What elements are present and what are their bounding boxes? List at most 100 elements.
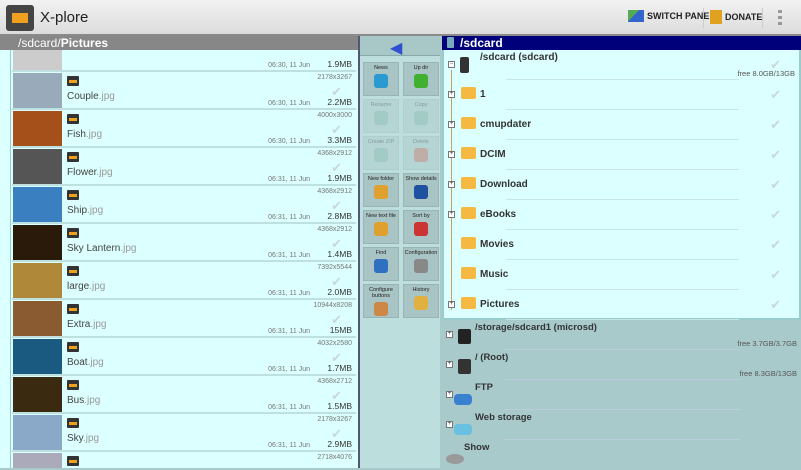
location-row[interactable]: + Web storage [442,410,801,440]
folder-row[interactable]: + Pictures ✔ [444,290,799,320]
location-name: Show [464,442,490,453]
checkmark-icon[interactable]: ✔ [770,117,781,133]
location-row[interactable]: + / (Root) free 8.3GB/13GB [442,350,801,380]
file-size: 1.9MB [327,59,352,69]
toolbar-button-history[interactable]: History [403,284,439,318]
expand-icon[interactable]: + [448,91,455,98]
folder-row[interactable]: + cmupdater ✔ [444,110,799,140]
location-row[interactable]: Show [442,440,801,470]
file-row[interactable]: Sky Lantern.jpg 4368x2912 ✔ 06:31, 11 Jun 1.… [12,224,356,262]
file-row[interactable]: Ship.jpg 4368x2912 ✔ 06:31, 11 Jun 2.8MB [12,186,356,224]
location-row[interactable]: + FTP [442,380,801,410]
expand-icon[interactable]: + [448,211,455,218]
toolbar-button-label: New folder [367,176,395,182]
folder-name: Download [480,179,528,190]
toolbar-button-create-zip[interactable]: Create ZIP [363,136,399,170]
file-date: 06:31, 11 Jun [268,176,310,183]
image-file-icon [67,380,79,390]
toolbar-button-rename[interactable]: Rename [363,99,399,133]
toolbar-button-delete[interactable]: Delete [403,136,439,170]
thumbnail [13,73,62,108]
back-button[interactable]: ◀ [360,36,440,57]
switch-pane-button[interactable]: SWITCH PANE [628,10,709,22]
thumbnail [13,301,62,336]
file-row[interactable]: Couple.jpg 2178x3267 ✔ 06:30, 11 Jun 2.2MB [12,72,356,110]
beer-icon [710,10,722,24]
thumbnail [13,263,62,298]
file-row[interactable]: Flower.jpg 4368x2912 ✔ 06:31, 11 Jun 1.9MB [12,148,356,186]
checkmark-icon[interactable]: ✔ [770,177,781,193]
expand-icon[interactable]: + [448,181,455,188]
toolbar-button-copy[interactable]: Copy [403,99,439,133]
collapse-icon[interactable]: − [448,61,455,68]
thumbnail [13,339,62,374]
location-row[interactable]: + /storage/sdcard1 (microsd) free 3.7GB/3.… [442,320,801,350]
expand-icon[interactable]: + [448,301,455,308]
app-logo-icon[interactable] [6,5,34,31]
image-file-icon [67,418,79,428]
toolbar-button-up-dir[interactable]: Up dir [403,62,439,96]
checkmark-icon[interactable]: ✔ [770,207,781,223]
sdcard-tree[interactable]: −/sdcard (sdcard) free 8.0GB/13GB ✔ +1 ✔ + cmu… [442,50,801,320]
thumbnail [13,377,62,412]
toolbar-button-configuration[interactable]: Configuration [403,247,439,281]
toolbar-button-news[interactable]: News [363,62,399,96]
locations-list[interactable]: + /storage/sdcard1 (microsd) free 3.7GB/3.… [442,320,801,468]
toolbar-button-show-details[interactable]: Show details [403,173,439,207]
buttons-icon [374,302,388,316]
file-row[interactable]: Sky.jpg 2178x3267 ✔ 06:31, 11 Jun 2.9MB [12,414,356,452]
checkmark-icon[interactable]: ✔ [770,147,781,163]
file-row[interactable]: Stone.jpg2718x4076✔ [12,452,356,468]
toolbar-button-find[interactable]: Find [363,247,399,281]
checkmark-icon[interactable]: ✔ [770,87,781,103]
file-row[interactable]: Bus.jpg 4368x2712 ✔ 06:31, 11 Jun 1.5MB [12,376,356,414]
expand-icon[interactable]: + [446,391,453,398]
toolbar-button-new-text-file[interactable]: New text file [363,210,399,244]
folder-row[interactable]: + eBooks ✔ [444,200,799,230]
search-icon [374,259,388,273]
left-file-list[interactable]: 06:30, 11 Jun 1.9MB Couple.jpg 2178x3267 ✔ 06… [0,50,358,468]
folder-row[interactable]: − /sdcard (sdcard) free 8.0GB/13GB ✔ [444,50,799,80]
free-space: free 8.3GB/13GB [739,369,797,378]
toolbar-button-new-folder[interactable]: New folder [363,173,399,207]
image-file-icon [67,304,79,314]
checkmark-icon[interactable]: ✔ [770,237,781,253]
left-pane-path[interactable]: /sdcard/Pictures [0,36,358,50]
file-row[interactable]: Fish.jpg 4000x3000 ✔ 06:30, 11 Jun 3.3MB [12,110,356,148]
expand-icon[interactable]: + [448,121,455,128]
expand-icon[interactable]: + [448,151,455,158]
file-basename: Boat [67,357,88,368]
expand-icon[interactable]: + [446,421,453,428]
toolbar-button-sort-by[interactable]: Sort by [403,210,439,244]
folder-row[interactable]: + DCIM ✔ [444,140,799,170]
file-date: 06:31, 11 Jun [268,252,310,259]
free-space: free 8.0GB/13GB [737,69,795,78]
folder-row[interactable]: Movies ✔ [444,230,799,260]
expand-icon[interactable]: + [446,361,453,368]
checkmark-icon[interactable]: ✔ [770,267,781,283]
image-file-icon [67,190,79,200]
thumbnail [13,149,62,184]
folder-row[interactable]: Music ✔ [444,260,799,290]
file-basename: Ship [67,205,88,216]
file-row[interactable]: Boat.jpg 4032x2580 ✔ 06:31, 11 Jun 1.7MB [12,338,356,376]
phone-icon [460,57,469,73]
checkmark-icon[interactable]: ✔ [770,57,781,73]
switch-pane-icon [628,10,644,22]
file-size: 1.9MB [327,173,352,183]
expand-icon[interactable]: + [446,331,453,338]
checkmark-icon[interactable]: ✔ [331,464,342,468]
folder-row[interactable]: +1 ✔ [444,80,799,110]
toolbar-button-configure-buttons[interactable]: Configure buttons [363,284,399,318]
image-dimensions: 4000x3000 [317,112,352,119]
checkmark-icon[interactable]: ✔ [770,297,781,313]
file-row[interactable]: 06:30, 11 Jun 1.9MB [12,50,356,72]
overflow-menu-icon[interactable] [778,10,782,26]
right-pane-path[interactable]: /sdcard [442,36,801,50]
folder-row[interactable]: + Download ✔ [444,170,799,200]
toolbar-button-label: Configure buttons [369,287,393,299]
file-row[interactable]: large.jpg 7392x5544 ✔ 06:31, 11 Jun 2.0MB [12,262,356,300]
file-row[interactable]: Extra.jpg 10944x8208 ✔ 06:31, 11 Jun 15MB [12,300,356,338]
file-name: Flower.jpg [67,167,113,178]
donate-button[interactable]: DONATE [710,10,762,24]
